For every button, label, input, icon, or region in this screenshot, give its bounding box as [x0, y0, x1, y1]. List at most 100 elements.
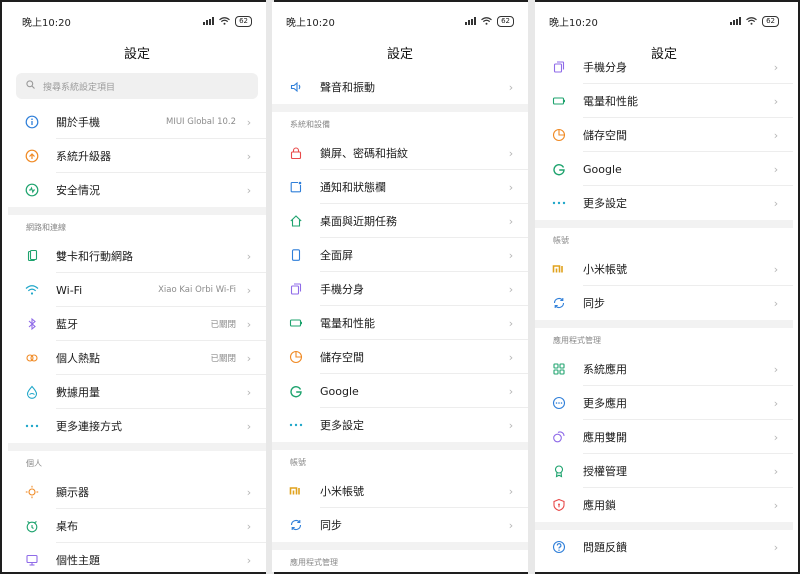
upgrade-icon: [24, 148, 40, 164]
status-time: 晚上10:20: [286, 17, 335, 29]
settings-item-full-screen[interactable]: 全面屏 ›: [272, 238, 528, 272]
settings-item-notifications[interactable]: 通知和狀態欄 ›: [272, 170, 528, 204]
settings-item-sync[interactable]: 同步 ›: [535, 286, 793, 320]
chevron-right-icon: ›: [773, 464, 779, 478]
settings-item-security[interactable]: 安全情況 ›: [8, 173, 266, 207]
status-bar: 晚上10:20 62: [8, 2, 266, 40]
section-gap: [272, 542, 528, 550]
item-label: 問題反饋: [583, 541, 627, 554]
settings-item-dual-apps[interactable]: 應用雙開 ›: [535, 420, 793, 454]
settings-item-display[interactable]: 顯示器 ›: [8, 475, 266, 509]
signal-icon: [203, 17, 215, 25]
settings-item-themes[interactable]: 個性主題 ›: [8, 543, 266, 572]
chevron-right-icon: ›: [773, 296, 779, 310]
chevron-right-icon: ›: [773, 196, 779, 210]
settings-item-bluetooth[interactable]: 藍牙 已關閉 ›: [8, 307, 266, 341]
chevron-right-icon: ›: [246, 183, 252, 197]
settings-item-home-screen[interactable]: 桌面與近期任務 ›: [272, 204, 528, 238]
more-apps-icon: [551, 395, 567, 411]
chevron-right-icon: ›: [508, 248, 514, 262]
permissions-icon: [551, 463, 567, 479]
section-gap: [8, 207, 266, 215]
settings-item-battery[interactable]: 電量和性能 ›: [272, 306, 528, 340]
settings-item-battery[interactable]: 電量和性能 ›: [535, 84, 793, 118]
item-label: Wi-Fi: [56, 283, 83, 297]
phone-screen-3: 晚上10:20 62 設定 手機分身 › 電量和性能 › 儲存空間 › Goog…: [535, 2, 793, 572]
more-icon: [551, 195, 567, 211]
item-label: 更多設定: [320, 419, 364, 432]
item-value: 已關閉: [210, 354, 236, 364]
item-label: 數據用量: [56, 386, 100, 399]
status-time: 晚上10:20: [22, 17, 71, 29]
settings-item-lock-screen[interactable]: 鎖屏、密碼和指紋 ›: [272, 136, 528, 170]
settings-item-mi-account[interactable]: 小米帳號 ›: [535, 252, 793, 286]
settings-item-permissions[interactable]: 授權管理 ›: [535, 454, 793, 488]
more-icon: [288, 417, 304, 433]
settings-item-google[interactable]: Google ›: [535, 152, 793, 186]
settings-item-about-phone[interactable]: 關於手機 MIUI Global 10.2 ›: [8, 105, 266, 139]
settings-item-storage[interactable]: 儲存空間 ›: [272, 340, 528, 374]
settings-item-second-space[interactable]: 手機分身 ›: [272, 272, 528, 306]
section-gap: [535, 522, 793, 530]
page-title: 設定: [123, 47, 150, 62]
settings-item-second-space[interactable]: 手機分身 ›: [535, 50, 793, 84]
chevron-right-icon: ›: [773, 262, 779, 276]
battery-status-icon: 62: [235, 15, 252, 27]
settings-item-wallpaper[interactable]: 桌布 ›: [8, 509, 266, 543]
battery-icon: [551, 93, 567, 109]
settings-item-mi-account[interactable]: 小米帳號 ›: [272, 474, 528, 508]
feedback-icon: [551, 539, 567, 555]
settings-item-sound[interactable]: 聲音和振動 ›: [272, 70, 528, 104]
item-label: 電量和性能: [320, 317, 375, 330]
mi-icon: [551, 261, 567, 277]
settings-item-feedback[interactable]: 問題反饋 ›: [535, 530, 793, 564]
chevron-right-icon: ›: [246, 115, 252, 129]
settings-item-data-usage[interactable]: 數據用量 ›: [8, 375, 266, 409]
settings-item-sync[interactable]: 同步 ›: [272, 508, 528, 542]
settings-item-system-apps[interactable]: 系統應用 ›: [535, 352, 793, 386]
settings-item-google[interactable]: Google ›: [272, 374, 528, 408]
info-icon: [24, 114, 40, 130]
home-icon: [288, 213, 304, 229]
item-label: 關於手機: [56, 116, 100, 129]
item-label: 儲存空間: [320, 351, 364, 364]
chevron-right-icon: ›: [508, 350, 514, 364]
sim-icon: [24, 248, 40, 264]
item-label: 安全情況: [56, 184, 100, 197]
second-space-icon: [551, 59, 567, 75]
item-label: 全面屏: [320, 249, 353, 262]
battery-status-icon: 62: [497, 15, 514, 27]
item-label: 個性主題: [56, 554, 100, 567]
settings-item-app-lock[interactable]: 應用鎖 ›: [535, 488, 793, 522]
settings-item-storage[interactable]: 儲存空間 ›: [535, 118, 793, 152]
chevron-right-icon: ›: [773, 128, 779, 142]
settings-item-system-update[interactable]: 系統升級器 ›: [8, 139, 266, 173]
item-label: 系統升級器: [56, 150, 111, 163]
search-icon: [26, 80, 35, 92]
more-icon: [24, 418, 40, 434]
lock-icon: [288, 145, 304, 161]
settings-item-more-apps[interactable]: 更多應用 ›: [535, 386, 793, 420]
item-label: 同步: [583, 297, 605, 310]
wifi-status-icon: [219, 17, 230, 25]
settings-item-wifi[interactable]: Wi-Fi Xiao Kai Orbi Wi-Fi ›: [8, 273, 266, 307]
settings-item-sim[interactable]: 雙卡和行動網路 ›: [8, 239, 266, 273]
status-time: 晚上10:20: [549, 17, 598, 29]
chevron-right-icon: ›: [508, 214, 514, 228]
chevron-right-icon: ›: [246, 419, 252, 433]
notification-icon: [288, 179, 304, 195]
chevron-right-icon: ›: [246, 149, 252, 163]
search-input[interactable]: 搜尋系統設定項目: [16, 73, 258, 99]
app-lock-icon: [551, 497, 567, 513]
item-label: 個人熱點: [56, 352, 100, 365]
settings-item-more-settings[interactable]: 更多設定 ›: [272, 408, 528, 442]
settings-item-more-connections[interactable]: 更多連接方式 ›: [8, 409, 266, 443]
section-gap: [272, 104, 528, 112]
chevron-right-icon: ›: [246, 283, 252, 297]
settings-item-more-settings[interactable]: 更多設定 ›: [535, 186, 793, 220]
settings-item-hotspot[interactable]: 個人熱點 已關閉 ›: [8, 341, 266, 375]
status-bar: 晚上10:20 62: [272, 2, 528, 40]
mi-icon: [288, 483, 304, 499]
data-usage-icon: [24, 384, 40, 400]
item-label: 系統應用: [583, 363, 627, 376]
